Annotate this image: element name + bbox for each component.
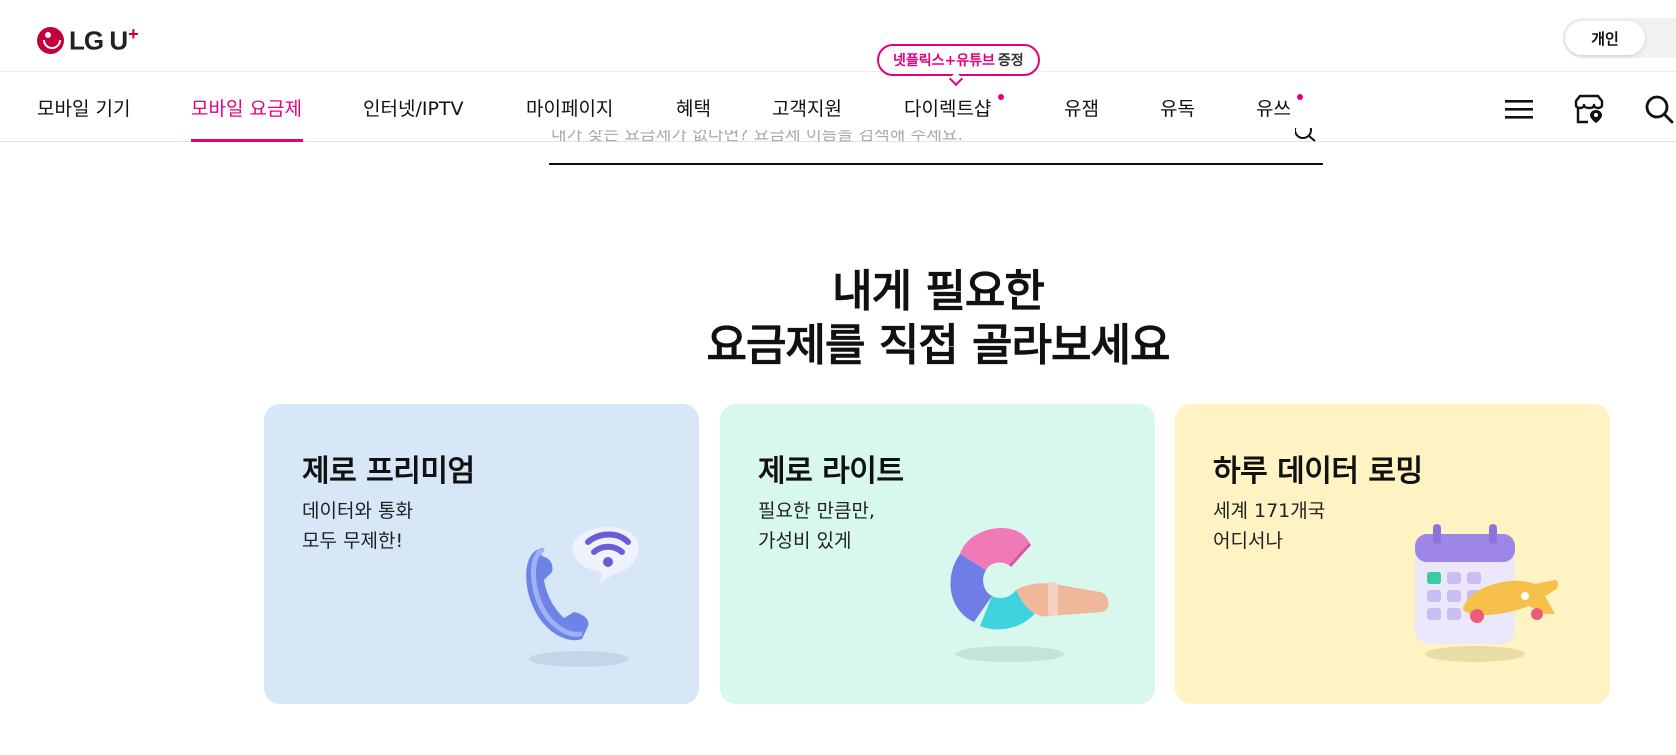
nav-item-yujam[interactable]: 유잼 <box>1064 94 1099 121</box>
new-dot-direct-shop <box>998 94 1004 100</box>
nav-item-support[interactable]: 고객지원 <box>772 94 842 121</box>
nav-item-internet-iptv[interactable]: 인터넷/IPTV <box>363 94 464 121</box>
card-description: 필요한 만큼만, 가성비 있게 <box>758 496 875 556</box>
new-dot-yuss <box>1297 94 1303 100</box>
active-nav-underline <box>191 139 303 142</box>
calendar-plane-icon <box>1415 524 1558 662</box>
search-input[interactable]: 내가 찾는 요금제가 없다면? 요금제 이름을 검색해 주세요. <box>551 130 963 142</box>
customer-type-toggle[interactable]: 개인 <box>1563 18 1676 58</box>
menu-icon[interactable] <box>1502 92 1536 126</box>
nav-item-mobile-plans[interactable]: 모바일 요금제 <box>191 94 302 121</box>
card-desc-line-2: 어디서나 <box>1213 530 1283 552</box>
plan-card-daily-roaming[interactable]: 하루 데이터 로밍 세계 171개국 어디서나 <box>1175 404 1610 704</box>
card-desc-line-1: 세계 171개국 <box>1213 500 1326 522</box>
pie-chart-hand-icon <box>950 527 1109 662</box>
card-desc-line-2: 가성비 있게 <box>758 530 852 552</box>
card-title: 하루 데이터 로밍 <box>1213 454 1423 489</box>
card-description: 데이터와 통화 모두 무제한! <box>302 496 413 556</box>
card-desc-line-1: 데이터와 통화 <box>302 500 413 522</box>
plan-card-zero-lite[interactable]: 제로 라이트 필요한 만큼만, 가성비 있게 <box>720 404 1155 704</box>
store-locator-icon[interactable] <box>1572 92 1606 126</box>
plan-card-zero-premium[interactable]: 제로 프리미엄 데이터와 통화 모두 무제한! <box>264 404 699 704</box>
card-title: 제로 라이트 <box>758 454 904 489</box>
nav-item-direct-shop[interactable]: 다이렉트샵 <box>904 94 991 121</box>
card-desc-line-1: 필요한 만큼만, <box>758 500 875 522</box>
nav-item-yuss[interactable]: 유쓰 <box>1256 94 1291 121</box>
heading-line-1: 내게 필요한 <box>832 266 1045 317</box>
top-bar: LG U+ 개인 <box>0 0 1676 72</box>
search-icon[interactable] <box>1642 92 1676 126</box>
plan-search-bar[interactable]: 내가 찾는 요금제가 없다면? 요금제 이름을 검색해 주세요. <box>549 128 1323 165</box>
nav-item-benefits[interactable]: 혜택 <box>676 94 711 121</box>
card-description: 세계 171개국 어디서나 <box>1213 496 1325 556</box>
card-desc-line-2: 모두 무제한! <box>302 530 404 552</box>
nav-item-mypage[interactable]: 마이페이지 <box>526 94 613 121</box>
direct-shop-promo-badge[interactable]: 넷플릭스+유튜브 증정 <box>877 44 1040 76</box>
nav-item-yudok[interactable]: 유독 <box>1160 94 1195 121</box>
search-submit-icon[interactable] <box>1295 128 1317 142</box>
card-title: 제로 프리미엄 <box>302 454 475 489</box>
lgu-logo[interactable]: LG U+ <box>37 23 139 56</box>
page-title: 내게 필요한 요금제를 직접 골라보세요 <box>0 265 1676 373</box>
heading-line-2: 요금제를 직접 골라보세요 <box>706 320 1171 371</box>
mode-personal-button[interactable]: 개인 <box>1565 21 1645 55</box>
logo-text: LG U+ <box>69 23 139 56</box>
phone-wifi-icon <box>526 527 639 667</box>
nav-item-mobile-devices[interactable]: 모바일 기기 <box>37 94 130 121</box>
lg-logo-icon <box>37 26 64 54</box>
